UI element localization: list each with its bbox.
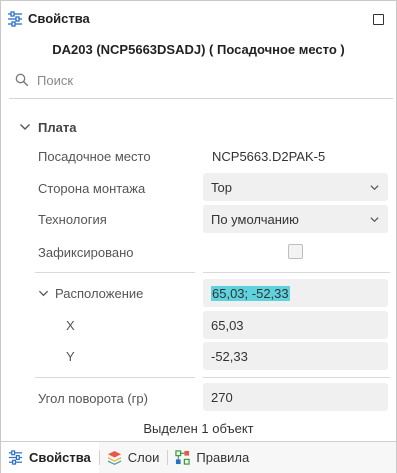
rotation-label: Угол поворота (гр) bbox=[38, 391, 148, 406]
group-label: Плата bbox=[38, 119, 77, 135]
technology-select[interactable]: По умолчанию bbox=[203, 205, 388, 233]
component-title: DA203 (NCP5663DSADJ) ( Посадочное место … bbox=[52, 42, 345, 57]
search-input[interactable] bbox=[37, 72, 367, 88]
panel-titlebar: Свойства bbox=[1, 1, 396, 35]
search-bar[interactable] bbox=[15, 69, 385, 91]
tab-layers[interactable]: Слои bbox=[100, 442, 168, 473]
x-field[interactable]: 65,03 bbox=[203, 311, 388, 339]
technology-value: По умолчанию bbox=[211, 211, 299, 227]
tab-properties[interactable]: Свойства bbox=[1, 442, 99, 473]
layers-icon bbox=[107, 450, 121, 465]
properties-panel: Свойства DA203 (NCP5663DSADJ) ( Посадочн… bbox=[0, 0, 397, 473]
tab-rules-label: Правила bbox=[196, 450, 250, 465]
chevron-down-icon bbox=[370, 217, 379, 223]
technology-label: Технология bbox=[38, 212, 107, 227]
side-select[interactable]: Top bbox=[203, 173, 388, 201]
search-divider bbox=[9, 98, 393, 99]
search-icon bbox=[15, 73, 29, 87]
locked-label: Зафиксировано bbox=[38, 245, 134, 260]
x-label: X bbox=[66, 318, 75, 333]
rotation-value: 270 bbox=[211, 389, 233, 405]
properties-icon bbox=[8, 450, 23, 465]
chevron-down-icon bbox=[370, 185, 379, 191]
rules-icon bbox=[175, 450, 191, 465]
side-value: Top bbox=[211, 179, 232, 195]
row-divider bbox=[203, 272, 390, 273]
location-value: 65,03; -52,33 bbox=[211, 285, 290, 301]
location-label: Расположение bbox=[55, 286, 144, 301]
y-label: Y bbox=[66, 349, 75, 364]
y-value: -52,33 bbox=[211, 348, 248, 364]
chevron-down-icon bbox=[38, 290, 49, 297]
row-divider bbox=[35, 272, 195, 273]
location-header[interactable]: Расположение bbox=[38, 286, 143, 301]
bottom-tabbar: Свойства Слои Правила bbox=[1, 441, 396, 473]
maximize-button[interactable] bbox=[373, 14, 384, 25]
properties-icon bbox=[8, 11, 22, 27]
footprint-value: NCP5663.D2PAK-5 bbox=[212, 149, 326, 164]
location-field[interactable]: 65,03; -52,33 bbox=[203, 279, 388, 307]
locked-checkbox[interactable] bbox=[288, 244, 303, 259]
row-divider bbox=[203, 377, 390, 378]
side-label: Сторона монтажа bbox=[38, 181, 146, 196]
chevron-down-icon bbox=[20, 124, 30, 130]
tab-rules[interactable]: Правила bbox=[168, 442, 257, 473]
y-field[interactable]: -52,33 bbox=[203, 342, 388, 370]
tab-layers-label: Слои bbox=[127, 450, 160, 465]
rotation-field[interactable]: 270 bbox=[203, 383, 388, 411]
panel-title: Свойства bbox=[28, 11, 90, 26]
x-value: 65,03 bbox=[211, 317, 244, 333]
footprint-label: Посадочное место bbox=[38, 149, 151, 164]
group-header-board[interactable]: Плата bbox=[19, 119, 76, 135]
row-divider bbox=[35, 377, 195, 378]
tab-properties-label: Свойства bbox=[29, 450, 91, 465]
selection-status: Выделен 1 объект bbox=[143, 421, 254, 436]
